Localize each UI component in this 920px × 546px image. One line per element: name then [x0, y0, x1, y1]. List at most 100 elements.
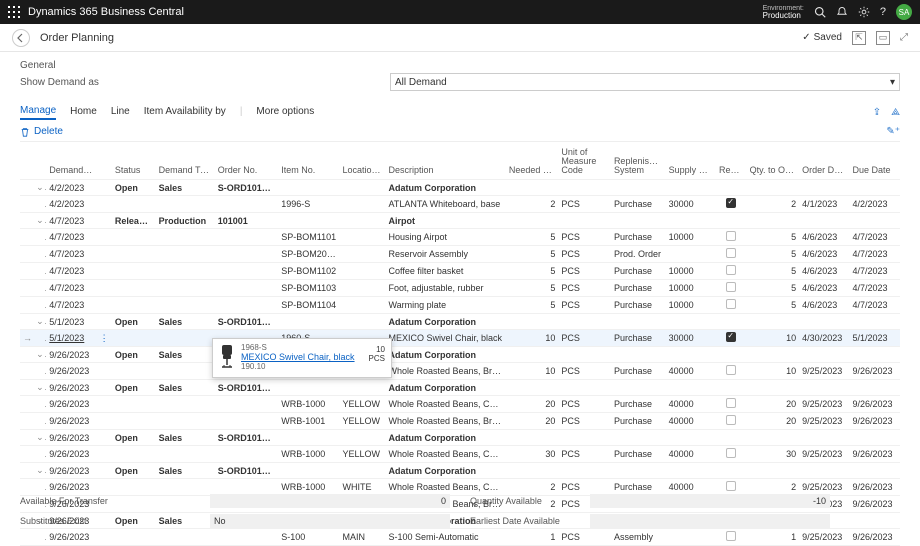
notifications-icon[interactable] — [836, 6, 848, 18]
col-supply-from[interactable]: Supply From — [666, 146, 716, 180]
tooltip-qty: 10 — [369, 345, 385, 354]
table-row[interactable]: ⌄4/7/2023ReleasedProduction101001Airpot — [20, 213, 900, 229]
item-tooltip: 1968-S MEXICO Swivel Chair, black 190.10… — [212, 338, 392, 378]
filter-icon[interactable]: ⟁ — [891, 107, 900, 118]
col-status[interactable]: Status — [112, 146, 156, 180]
table-row[interactable]: 4/7/2023SP-BOM1102Coffee filter basket5P… — [20, 263, 900, 280]
table-row[interactable]: ⌄9/26/2023OpenSalesS-ORD101006Adatum Cor… — [20, 380, 900, 396]
substitutes-exist-value: No — [210, 514, 450, 528]
table-row[interactable]: 9/26/2023WRB-1000YELLOWWhole Roasted Bea… — [20, 396, 900, 413]
reserve-checkbox[interactable] — [726, 299, 736, 309]
environment-badge[interactable]: Environment: Production — [763, 5, 804, 20]
popout-icon[interactable]: ▭ — [876, 31, 890, 45]
col-needed-qty[interactable]: Needed Quantity — [506, 146, 559, 180]
tab-manage[interactable]: Manage — [20, 105, 56, 120]
personalize-icon[interactable]: ✎⁺ — [886, 126, 900, 137]
earliest-date-value — [590, 514, 830, 528]
table-row[interactable]: 4/7/2023SP-BOM1103Foot, adjustable, rubb… — [20, 280, 900, 297]
table-row[interactable]: 4/7/2023SP-BOM2000Reservoir Assembly5PCS… — [20, 246, 900, 263]
col-order-date[interactable]: Order Date — [799, 146, 849, 180]
help-icon[interactable]: ? — [880, 6, 886, 18]
header-row: Demand Date Status Demand Type Order No.… — [20, 146, 900, 180]
earliest-date-label: Earliest Date Available — [470, 516, 570, 526]
settings-icon[interactable] — [858, 6, 870, 18]
quantity-available-label: Quantity Available — [470, 496, 570, 506]
reserve-checkbox[interactable] — [726, 398, 736, 408]
col-order-no[interactable]: Order No. — [215, 146, 278, 180]
tooltip-item-link[interactable]: MEXICO Swivel Chair, black — [241, 352, 385, 362]
tab-item-availability[interactable]: Item Availability by — [144, 106, 226, 119]
reserve-checkbox[interactable] — [726, 248, 736, 258]
reserve-checkbox[interactable] — [726, 448, 736, 458]
action-row: Delete ✎⁺ — [20, 122, 900, 142]
col-item-no[interactable]: Item No. — [278, 146, 339, 180]
row-menu-icon[interactable]: ⋮ — [100, 333, 109, 343]
expand-caret[interactable]: ⌄ — [36, 465, 44, 476]
col-description[interactable]: Description — [385, 146, 505, 180]
col-repl[interactable]: Replenishment System — [611, 146, 666, 180]
reserve-checkbox[interactable] — [726, 282, 736, 292]
tooltip-item-code: 1968-S — [241, 343, 385, 352]
expand-caret[interactable]: ⌄ — [36, 215, 44, 226]
expand-caret[interactable]: ⌄ — [36, 349, 44, 360]
saved-indicator: Saved — [802, 32, 842, 43]
expand-icon[interactable]: ⤢ — [900, 32, 908, 43]
col-uom[interactable]: Unit of Measure Code — [558, 146, 611, 180]
table-row[interactable]: ⌄4/2/2023OpenSalesS-ORD101001Adatum Corp… — [20, 180, 900, 196]
table-row[interactable]: 9/26/2023S-100MAINS-100 Semi-Automatic1P… — [20, 529, 900, 546]
reserve-checkbox[interactable] — [726, 415, 736, 425]
general-heading: General — [20, 60, 900, 71]
reserve-checkbox[interactable] — [726, 198, 736, 208]
app-launcher-icon[interactable] — [8, 6, 20, 18]
reserve-checkbox[interactable] — [726, 231, 736, 241]
share-list-icon[interactable]: ⇪ — [873, 107, 881, 118]
table-row[interactable]: 9/26/2023WRB-1000YELLOWWhole Roasted Bea… — [20, 446, 900, 463]
table-row[interactable]: ⌄9/26/2023OpenSalesS-ORD101007Adatum Cor… — [20, 430, 900, 446]
table-row[interactable]: 9/26/2023WRB-1000WHITEWhole Roasted Bean… — [20, 479, 900, 496]
col-reserve[interactable]: Reserve — [716, 146, 747, 180]
col-qty-to-order[interactable]: Qty. to Order — [747, 146, 800, 180]
table-row[interactable]: 9/26/2023WRB-1001YELLOWWhole Roasted Bea… — [20, 413, 900, 430]
available-for-transfer-label: Available For Transfer — [20, 496, 190, 506]
table-row[interactable]: 4/7/2023SP-BOM1104Warming plate5PCSPurch… — [20, 297, 900, 314]
app-title: Dynamics 365 Business Central — [28, 6, 184, 18]
table-row[interactable]: 4/7/2023SP-BOM1101Housing Airpot5PCSPurc… — [20, 229, 900, 246]
show-demand-dropdown[interactable]: All Demand ▾ — [390, 73, 900, 91]
table-row[interactable]: ⌄9/26/2023OpenSalesS-ORD101008Adatum Cor… — [20, 463, 900, 479]
delete-label: Delete — [34, 126, 63, 137]
tab-divider: | — [240, 106, 243, 119]
expand-caret[interactable]: ⌄ — [36, 382, 44, 393]
delete-button[interactable]: Delete — [20, 126, 63, 137]
col-demand-type[interactable]: Demand Type — [156, 146, 215, 180]
app-topbar: Dynamics 365 Business Central Environmen… — [0, 0, 920, 24]
table-row[interactable]: ⌄5/1/2023OpenSalesS-ORD101002Adatum Corp… — [20, 314, 900, 330]
table-row[interactable]: →5/1/2023⋮1960-SMEXICO Swivel Chair, bla… — [20, 330, 900, 347]
expand-caret[interactable]: ⌄ — [36, 316, 44, 327]
tab-line[interactable]: Line — [111, 106, 130, 119]
back-button[interactable] — [12, 29, 30, 47]
reserve-checkbox[interactable] — [726, 332, 736, 342]
col-due-date[interactable]: Due Date — [850, 146, 900, 180]
reserve-checkbox[interactable] — [726, 531, 736, 541]
table-row[interactable]: 4/2/20231996-SATLANTA Whiteboard, base2P… — [20, 196, 900, 213]
show-demand-value: All Demand — [395, 77, 447, 88]
page-title: Order Planning — [40, 32, 114, 44]
share-icon[interactable]: ⇱ — [852, 31, 866, 45]
tab-home[interactable]: Home — [70, 106, 97, 119]
reserve-checkbox[interactable] — [726, 481, 736, 491]
expand-caret[interactable]: ⌄ — [36, 182, 44, 193]
reserve-checkbox[interactable] — [726, 365, 736, 375]
col-demand-date[interactable]: Demand Date — [46, 146, 96, 180]
expand-caret[interactable]: ⌄ — [36, 432, 44, 443]
available-for-transfer-value: 0 — [210, 494, 450, 508]
col-location[interactable]: Location Code — [340, 146, 386, 180]
environment-label: Environment: — [763, 5, 804, 12]
search-icon[interactable] — [814, 6, 826, 18]
page-header: Order Planning Saved ⇱ ▭ ⤢ — [0, 24, 920, 52]
table-row[interactable]: 9/26/2023WRB-1001Whole Roasted Beans, Br… — [20, 363, 900, 380]
table-row[interactable]: ⌄9/26/2023OpenSalesS-ORD101005Adatum Cor… — [20, 347, 900, 363]
reserve-checkbox[interactable] — [726, 265, 736, 275]
show-demand-label: Show Demand as — [20, 77, 390, 88]
user-avatar[interactable]: SA — [896, 4, 912, 20]
tab-more-options[interactable]: More options — [256, 106, 314, 119]
